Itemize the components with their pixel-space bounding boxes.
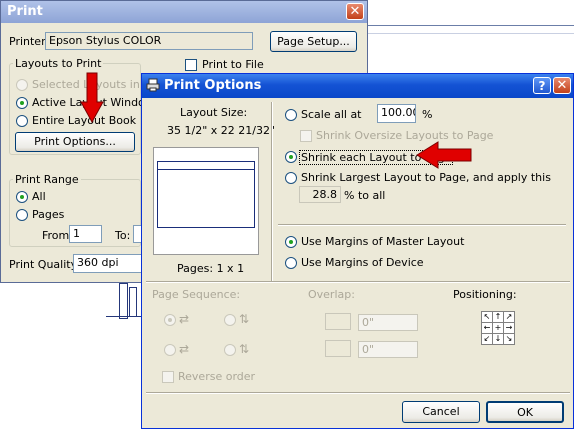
scale-all-label: Scale all at	[301, 108, 362, 121]
layouts-group-label: Layouts to Print	[13, 57, 104, 70]
pages-label: Pages: 1 x 1	[177, 262, 245, 275]
shrink-largest-value: 28.8	[299, 186, 341, 203]
print-options-button[interactable]: Print Options...	[15, 132, 135, 152]
radio-sequence-down[interactable]	[224, 314, 236, 326]
sequence-down-alt-icon: ⇅	[239, 342, 250, 356]
red-arrow-icon	[80, 72, 104, 124]
radio-range-pages[interactable]	[16, 209, 28, 221]
horizontal-separator	[146, 281, 570, 283]
radio-range-all[interactable]	[16, 191, 28, 203]
print-options-dialog: Print Options ? ✕ Layout Size: 35 1/2" x…	[141, 73, 574, 429]
radio-scale-all[interactable]	[285, 109, 297, 121]
print-to-file-label: Print to File	[202, 58, 264, 71]
page-preview	[153, 147, 259, 255]
position-middle-right-icon[interactable]: →	[504, 323, 514, 333]
position-bottom-center-icon[interactable]: ↓	[493, 334, 503, 344]
shrink-largest-label: Shrink Largest Layout to Page, and apply…	[301, 171, 551, 184]
print-to-file-checkbox[interactable]	[185, 59, 197, 71]
radio-selected-layouts[interactable]	[16, 79, 28, 91]
to-label: To:	[115, 229, 131, 242]
overlap-vertical-field[interactable]: 0"	[358, 341, 418, 358]
from-field[interactable]: 1	[69, 225, 102, 243]
position-bottom-left-icon[interactable]: ↙	[482, 334, 492, 344]
overlap-label: Overlap:	[308, 288, 355, 301]
position-top-left-icon[interactable]: ↖	[482, 312, 492, 322]
page-sequence-label: Page Sequence:	[152, 288, 241, 301]
position-middle-left-icon[interactable]: ←	[482, 323, 492, 333]
printer-label: Printer:	[9, 35, 50, 48]
margins-device-label: Use Margins of Device	[301, 256, 424, 269]
print-window-title: Print	[7, 4, 43, 19]
print-options-titlebar[interactable]: Print Options ? ✕	[142, 74, 573, 98]
radio-shrink-each[interactable]	[285, 151, 297, 163]
print-quality-select[interactable]: 360 dpi	[73, 254, 145, 273]
print-window-titlebar[interactable]: Print ✕	[1, 1, 367, 23]
range-pages-label: Pages	[32, 208, 65, 221]
print-options-title: Print Options	[164, 78, 262, 93]
positioning-grid[interactable]: ↖ ↑ ↗ ← + → ↙ ↓ ↘	[481, 311, 515, 345]
overlap-horizontal-icon	[325, 313, 351, 330]
shrink-oversize-checkbox[interactable]	[300, 130, 312, 142]
radio-active-layout[interactable]	[16, 97, 28, 109]
to-all-label: % to all	[344, 189, 386, 202]
scale-value-field[interactable]: 100.00	[377, 104, 416, 123]
position-top-center-icon[interactable]: ↑	[493, 312, 503, 322]
positioning-label: Positioning:	[453, 288, 517, 301]
position-center-icon[interactable]: +	[493, 323, 503, 333]
percent-sign: %	[422, 108, 433, 121]
drawing-mark	[129, 287, 137, 317]
radio-margins-master[interactable]	[285, 236, 297, 248]
page-setup-button[interactable]: Page Setup...	[270, 31, 357, 52]
reverse-order-checkbox[interactable]	[162, 371, 174, 383]
range-all-label: All	[32, 190, 46, 203]
printer-icon	[146, 78, 160, 92]
close-icon[interactable]: ✕	[553, 77, 571, 94]
preview-layout-rect	[157, 161, 255, 228]
vertical-separator	[271, 102, 273, 282]
radio-shrink-largest[interactable]	[285, 172, 297, 184]
red-arrow-icon	[416, 141, 472, 169]
reverse-order-label: Reverse order	[178, 370, 256, 383]
horizontal-separator	[278, 224, 566, 226]
print-quality-label: Print Quality:	[9, 258, 81, 271]
ok-button[interactable]: OK	[486, 401, 564, 423]
position-bottom-right-icon[interactable]: ↘	[504, 334, 514, 344]
horizontal-separator	[146, 392, 570, 394]
layout-size-label: Layout Size:	[180, 106, 248, 119]
sequence-across-alt-icon: ⇄	[179, 342, 190, 356]
radio-sequence-across-alt[interactable]	[164, 344, 176, 356]
help-icon[interactable]: ?	[533, 77, 551, 94]
cancel-button[interactable]: Cancel	[402, 401, 480, 423]
print-range-label: Print Range	[13, 173, 81, 186]
overlap-horizontal-field[interactable]: 0"	[358, 314, 418, 331]
overlap-vertical-icon	[325, 340, 351, 357]
sequence-across-icon: ⇄	[179, 312, 190, 326]
drawing-mark	[119, 283, 128, 319]
position-top-right-icon[interactable]: ↗	[504, 312, 514, 322]
margins-master-label: Use Margins of Master Layout	[301, 235, 465, 248]
radio-margins-device[interactable]	[285, 257, 297, 269]
radio-entire-book[interactable]	[16, 115, 28, 127]
radio-sequence-across[interactable]	[164, 314, 176, 326]
sequence-down-icon: ⇅	[239, 312, 250, 326]
layout-size-value: 35 1/2" x 22 21/32"	[167, 124, 276, 137]
close-icon[interactable]: ✕	[346, 3, 364, 20]
printer-field[interactable]: Epson Stylus COLOR	[45, 32, 253, 50]
radio-sequence-down-alt[interactable]	[224, 344, 236, 356]
